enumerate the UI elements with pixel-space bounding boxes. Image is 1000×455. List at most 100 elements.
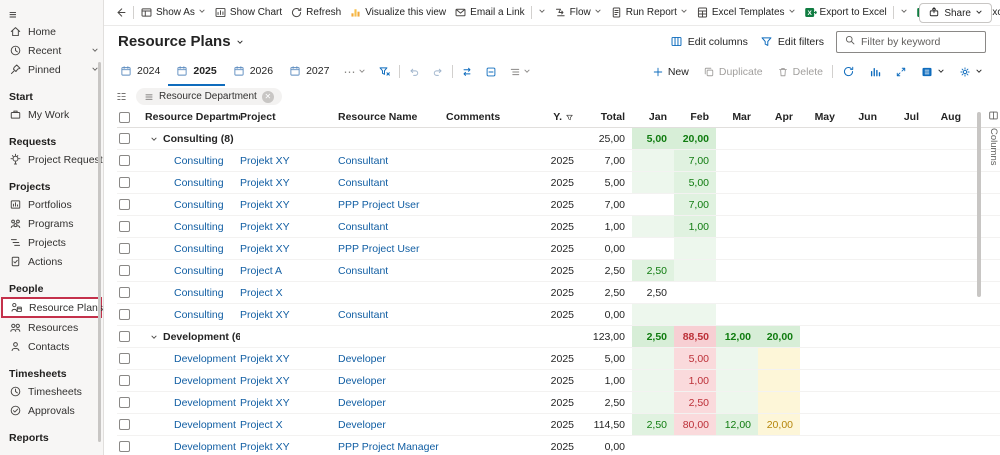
column-header-apr[interactable]: Apr: [758, 107, 800, 127]
sidebar-item-pinned[interactable]: Pinned: [0, 60, 103, 79]
month-cell[interactable]: [800, 128, 842, 149]
department-link[interactable]: Development: [174, 353, 236, 365]
month-cell[interactable]: [884, 326, 926, 347]
month-cell[interactable]: [632, 216, 674, 237]
month-cell[interactable]: [842, 326, 884, 347]
clear-filter-icon[interactable]: [372, 57, 397, 86]
month-cell[interactable]: [632, 436, 674, 455]
sidebar-item-actions[interactable]: Actions: [0, 252, 103, 271]
column-header-jun[interactable]: Jun: [842, 107, 884, 127]
month-cell[interactable]: [926, 172, 968, 193]
year-tab-2024[interactable]: 2024: [112, 57, 168, 86]
month-cell[interactable]: [800, 260, 842, 281]
month-cell[interactable]: [842, 436, 884, 455]
row-checkbox[interactable]: [119, 199, 130, 210]
month-cell[interactable]: 12,00: [716, 414, 758, 435]
month-cell[interactable]: [632, 370, 674, 391]
row-checkbox[interactable]: [119, 243, 130, 254]
month-cell[interactable]: [800, 150, 842, 171]
command-export-to-excel[interactable]: XExport to Excel: [800, 0, 891, 25]
sidebar-item-my-work[interactable]: My Work: [0, 105, 103, 124]
department-link[interactable]: Development: [174, 375, 236, 387]
project-link[interactable]: Projekt XY: [240, 221, 290, 233]
redo-icon[interactable]: [426, 57, 450, 86]
month-cell[interactable]: [716, 392, 758, 413]
month-cell[interactable]: [884, 348, 926, 369]
month-cell[interactable]: [926, 414, 968, 435]
department-link[interactable]: Consulting: [174, 265, 224, 277]
back-button[interactable]: [110, 0, 131, 25]
row-checkbox[interactable]: [119, 397, 130, 408]
project-link[interactable]: Projekt XY: [240, 177, 290, 189]
department-link[interactable]: Development: [174, 419, 236, 431]
edit-columns-button[interactable]: Edit columns: [670, 35, 748, 48]
column-header-feb[interactable]: Feb: [674, 107, 716, 127]
department-link[interactable]: Consulting: [174, 243, 224, 255]
month-cell[interactable]: [926, 150, 968, 171]
resource-link[interactable]: PPP Project User: [338, 243, 420, 255]
month-cell[interactable]: [800, 282, 842, 303]
sidebar-item-contacts[interactable]: Contacts: [0, 337, 103, 356]
delete-button[interactable]: Delete: [770, 57, 830, 86]
month-cell[interactable]: [884, 304, 926, 325]
month-cell[interactable]: [758, 370, 800, 391]
row-checkbox[interactable]: [119, 287, 130, 298]
month-cell[interactable]: [716, 194, 758, 215]
month-cell[interactable]: [842, 348, 884, 369]
month-cell[interactable]: 7,00: [674, 150, 716, 171]
command-excel-templates[interactable]: Excel Templates: [692, 0, 800, 25]
month-cell[interactable]: [758, 194, 800, 215]
project-link[interactable]: Projekt XY: [240, 397, 290, 409]
project-link[interactable]: Project X: [240, 287, 283, 299]
hamburger-menu-icon[interactable]: ≡: [0, 6, 103, 22]
month-cell[interactable]: [716, 150, 758, 171]
sidebar-item-projects[interactable]: Projects: [0, 233, 103, 252]
month-cell[interactable]: [674, 436, 716, 455]
row-checkbox[interactable]: [119, 353, 130, 364]
year-tab-2025[interactable]: 2025: [168, 57, 224, 86]
month-cell[interactable]: [926, 194, 968, 215]
excel-menu-icon[interactable]: [914, 57, 952, 86]
month-cell[interactable]: [884, 238, 926, 259]
month-cell[interactable]: [674, 260, 716, 281]
row-checkbox[interactable]: [119, 309, 130, 320]
month-cell[interactable]: 2,50: [632, 326, 674, 347]
project-link[interactable]: Projekt XY: [240, 155, 290, 167]
month-cell[interactable]: [716, 172, 758, 193]
resource-link[interactable]: PPP Project Manager: [338, 441, 439, 453]
month-cell[interactable]: [884, 392, 926, 413]
month-cell[interactable]: [632, 304, 674, 325]
sidebar-item-timesheets[interactable]: Timesheets: [0, 382, 103, 401]
refresh-grid-icon[interactable]: [835, 57, 862, 86]
month-cell[interactable]: 20,00: [758, 326, 800, 347]
column-header-total[interactable]: Total: [576, 107, 632, 127]
month-cell[interactable]: [800, 370, 842, 391]
month-cell[interactable]: [800, 348, 842, 369]
month-cell[interactable]: [926, 326, 968, 347]
row-checkbox[interactable]: [119, 133, 130, 144]
month-cell[interactable]: [926, 370, 968, 391]
month-cell[interactable]: 5,00: [674, 172, 716, 193]
resource-link[interactable]: Consultant: [338, 177, 388, 189]
month-cell[interactable]: 1,00: [674, 370, 716, 391]
month-cell[interactable]: [758, 238, 800, 259]
resource-link[interactable]: Consultant: [338, 265, 388, 277]
resource-link[interactable]: Developer: [338, 397, 386, 409]
command-run-report[interactable]: Run Report: [606, 0, 692, 25]
fullscreen-icon[interactable]: [888, 57, 914, 86]
sidebar-item-portfolios[interactable]: Portfolios: [0, 195, 103, 214]
group-collapse-icon[interactable]: [150, 135, 158, 143]
row-checkbox[interactable]: [119, 155, 130, 166]
sidebar-scrollbar[interactable]: [98, 62, 101, 442]
project-link[interactable]: Projekt XY: [240, 199, 290, 211]
month-cell[interactable]: [800, 238, 842, 259]
month-cell[interactable]: [842, 128, 884, 149]
month-cell[interactable]: [884, 436, 926, 455]
month-cell[interactable]: [842, 172, 884, 193]
resource-link[interactable]: PPP Project User: [338, 199, 420, 211]
month-cell[interactable]: [926, 128, 968, 149]
month-cell[interactable]: [926, 260, 968, 281]
column-header-resource-name[interactable]: Resource Name: [338, 107, 446, 127]
resource-link[interactable]: Consultant: [338, 221, 388, 233]
department-link[interactable]: Consulting: [174, 221, 224, 233]
